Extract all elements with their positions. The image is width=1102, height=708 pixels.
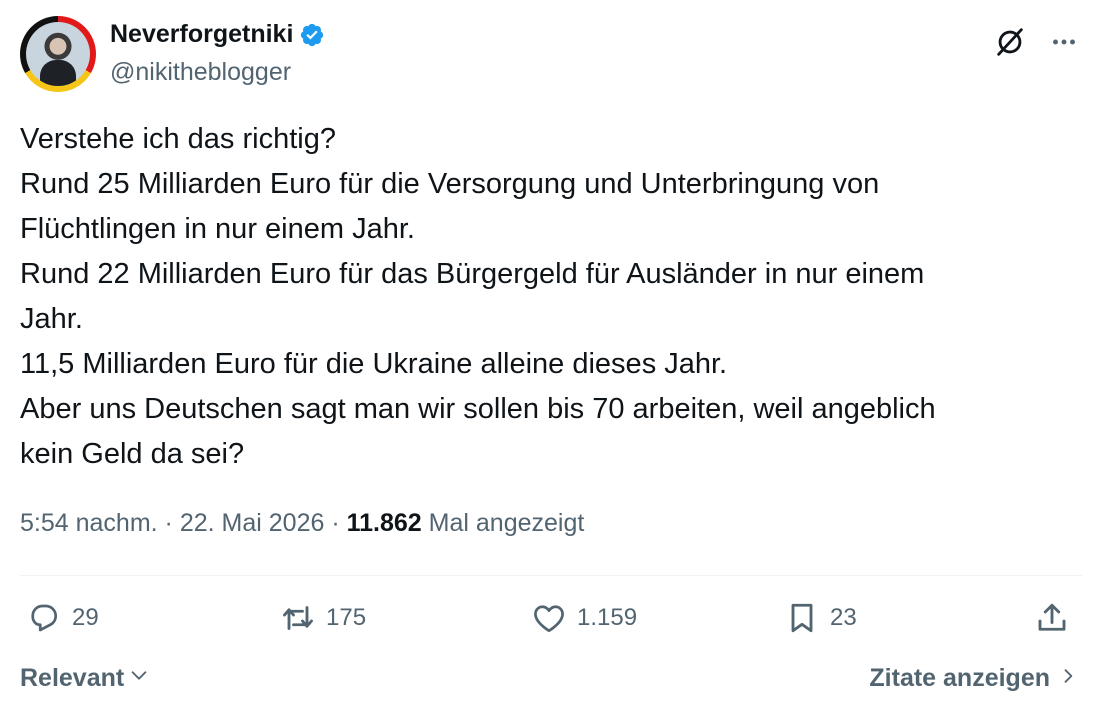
quotes-label: Zitate anzeigen	[869, 664, 1050, 692]
views-label: Mal angezeigt	[428, 509, 585, 537]
tweet-date[interactable]: 22. Mai 2026	[180, 509, 325, 537]
avatar[interactable]	[20, 16, 96, 92]
tweet-line: 11,5 Milliarden Euro für die Ukraine all…	[20, 348, 728, 380]
repost-count: 175	[326, 604, 367, 631]
name-row: Neverforgetniki	[110, 20, 325, 49]
sort-label: Relevant	[20, 664, 125, 692]
bookmark-count: 23	[830, 604, 857, 631]
sort-dropdown[interactable]: Relevant	[20, 664, 150, 693]
like-button[interactable]: 1.159	[531, 600, 637, 636]
verified-badge-icon[interactable]	[299, 22, 325, 48]
grok-icon[interactable]	[992, 24, 1028, 60]
share-button[interactable]	[1034, 600, 1070, 636]
meta-separator: ·	[164, 509, 173, 537]
share-icon	[1038, 603, 1066, 631]
bookmark-button[interactable]: 23	[784, 600, 857, 636]
tweet-text: Verstehe ich das richtig? Rund 25 Millia…	[20, 117, 1080, 477]
tweet-header: Neverforgetniki @nikitheblogger	[20, 16, 1082, 94]
bookmark-icon	[791, 603, 813, 633]
meta-separator: ·	[331, 509, 340, 537]
tweet-time[interactable]: 5:54 nachm.	[20, 509, 158, 537]
reply-button[interactable]: 29	[26, 600, 99, 636]
tweet-line: Flüchtlingen in nur einem Jahr.	[20, 213, 415, 245]
tweet-line: Verstehe ich das richtig?	[20, 123, 336, 155]
tweet-line: kein Geld da sei?	[20, 438, 245, 470]
reply-count: 29	[72, 604, 99, 631]
view-quotes-link[interactable]: Zitate anzeigen	[869, 664, 1078, 693]
views-count[interactable]: 11.862	[347, 509, 422, 537]
repost-button[interactable]: 175	[280, 600, 366, 636]
like-count: 1.159	[577, 604, 638, 631]
more-icon[interactable]	[1046, 24, 1082, 60]
reply-icon	[31, 604, 58, 632]
divider	[20, 575, 1082, 576]
tweet-line: Jahr.	[20, 303, 83, 335]
display-name[interactable]: Neverforgetniki	[110, 20, 293, 49]
chevron-down-icon	[128, 664, 150, 693]
chevron-right-icon	[1058, 664, 1078, 693]
tweet-line: Rund 22 Milliarden Euro für das Bürgerge…	[20, 258, 925, 290]
tweet-meta: 5:54 nachm. · 22. Mai 2026 · 11.862 Mal …	[20, 509, 584, 538]
tweet-line: Rund 25 Milliarden Euro für die Versorgu…	[20, 168, 880, 200]
avatar-photo	[26, 22, 90, 86]
handle[interactable]: @nikitheblogger	[110, 58, 291, 87]
heart-icon	[534, 605, 564, 633]
repost-icon	[283, 606, 313, 630]
tweet-line: Aber uns Deutschen sagt man wir sollen b…	[20, 393, 936, 425]
